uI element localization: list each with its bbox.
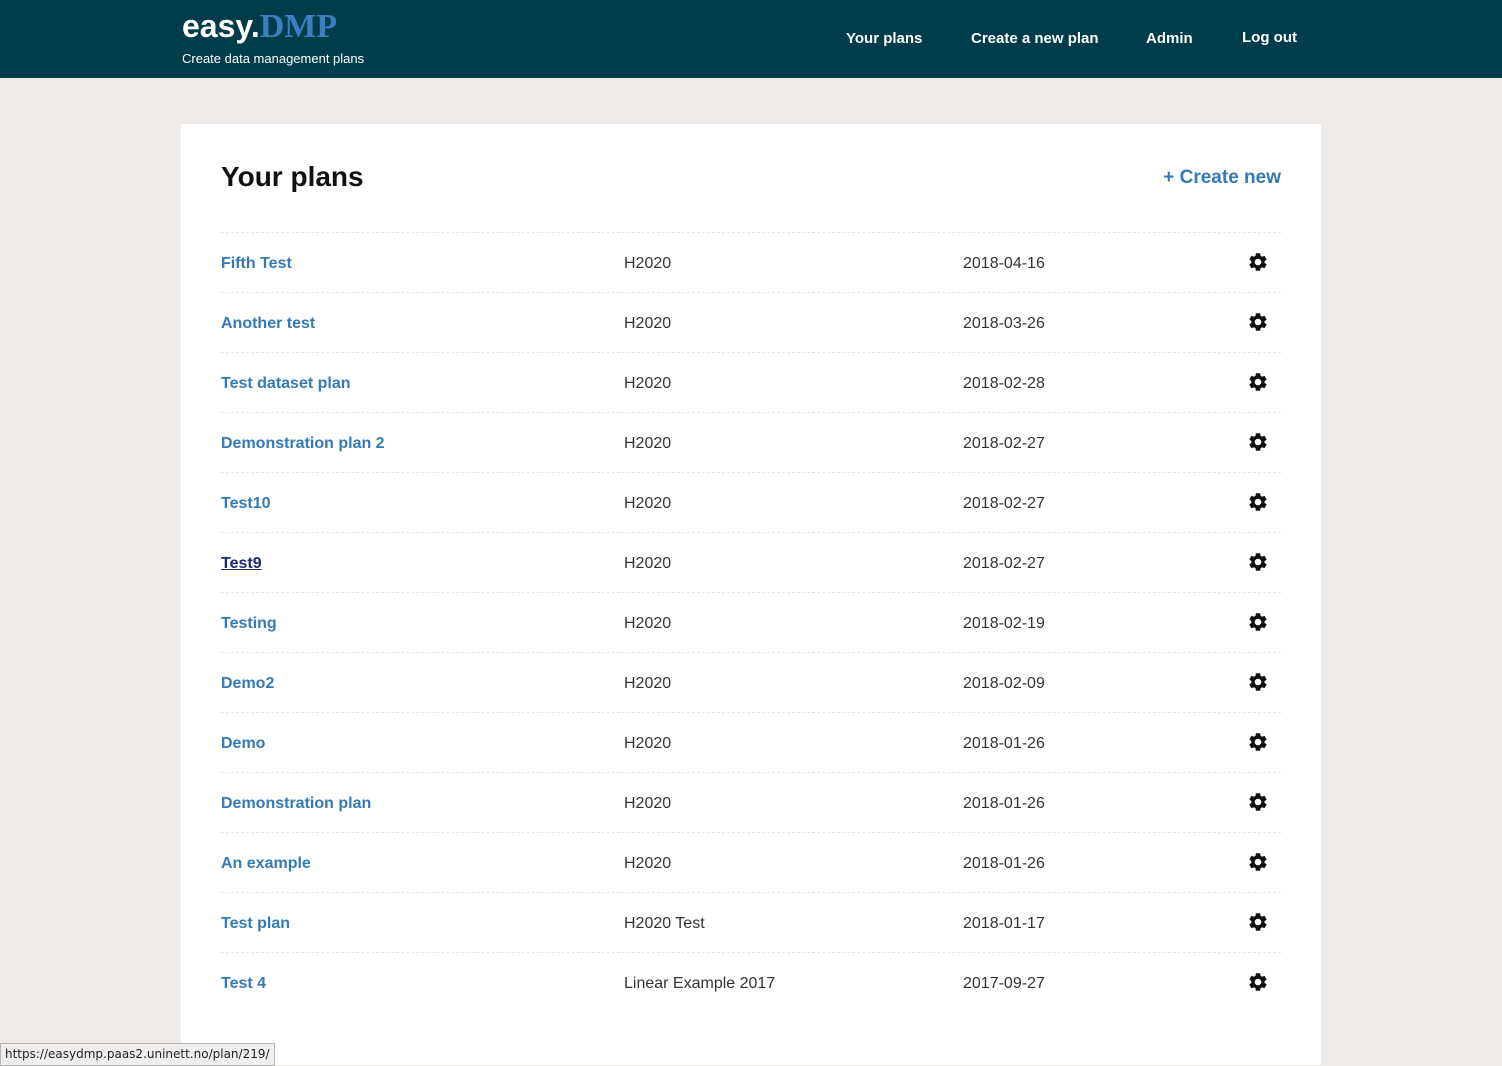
plan-row: Test10 H2020 2018-02-27 <box>221 472 1281 532</box>
plan-date: 2018-02-27 <box>963 495 1045 512</box>
brand-logo[interactable]: easy.DMP <box>182 6 337 47</box>
gear-icon[interactable] <box>1247 671 1269 693</box>
plan-name-link[interactable]: Demo2 <box>221 674 274 694</box>
top-navbar: easy.DMP Create data management plans Yo… <box>0 0 1502 78</box>
plan-template: Linear Example 2017 <box>624 975 776 992</box>
brand-prefix: easy. <box>182 8 260 44</box>
gear-icon[interactable] <box>1247 611 1269 633</box>
plan-name-link[interactable]: Another test <box>221 314 315 334</box>
gear-icon[interactable] <box>1247 851 1269 873</box>
gear-icon[interactable] <box>1247 911 1269 933</box>
plan-name-link[interactable]: Demonstration plan 2 <box>221 434 385 454</box>
plan-date: 2018-01-17 <box>963 915 1045 932</box>
nav-your-plans[interactable]: Your plans <box>846 30 922 47</box>
plan-row: Test dataset plan H2020 2018-02-28 <box>221 352 1281 412</box>
plan-row: Demo2 H2020 2018-02-09 <box>221 652 1281 712</box>
plan-name-link[interactable]: Test plan <box>221 914 290 934</box>
plan-row: Test9 H2020 2018-02-27 <box>221 532 1281 592</box>
gear-icon[interactable] <box>1247 431 1269 453</box>
plan-name-link[interactable]: An example <box>221 854 311 874</box>
plan-template: H2020 <box>624 795 672 812</box>
plan-template: H2020 <box>624 315 672 332</box>
plan-name-link[interactable]: Test 4 <box>221 974 266 994</box>
plan-template: H2020 <box>624 375 672 392</box>
plan-date: 2018-01-26 <box>963 795 1045 812</box>
plan-template: H2020 <box>624 255 672 272</box>
nav-create-new-plan[interactable]: Create a new plan <box>971 30 1099 47</box>
plan-row: An example H2020 2018-01-26 <box>221 832 1281 892</box>
plan-template: H2020 Test <box>624 915 705 932</box>
plan-template: H2020 <box>624 495 672 512</box>
gear-icon[interactable] <box>1247 971 1269 993</box>
plan-template: H2020 <box>624 675 672 692</box>
plan-template: H2020 <box>624 555 672 572</box>
page-title: Your plans <box>221 161 364 192</box>
nav-log-out[interactable]: Log out <box>1242 29 1297 46</box>
brand-tagline: Create data management plans <box>182 51 365 66</box>
plan-template: H2020 <box>624 435 672 452</box>
browser-status-bar: https://easydmp.paas2.uninett.no/plan/21… <box>0 1043 275 1066</box>
plan-date: 2018-02-09 <box>963 675 1045 692</box>
plan-row: Test 4 Linear Example 2017 2017-09-27 <box>221 952 1281 1012</box>
plan-date: 2018-01-26 <box>963 855 1045 872</box>
gear-icon[interactable] <box>1247 551 1269 573</box>
plan-row: Test plan H2020 Test 2018-01-17 <box>221 892 1281 952</box>
gear-icon[interactable] <box>1247 311 1269 333</box>
plan-date: 2017-09-27 <box>963 975 1045 992</box>
plan-date: 2018-03-26 <box>963 315 1045 332</box>
plan-name-link[interactable]: Test dataset plan <box>221 374 351 394</box>
plan-name-link[interactable]: Test10 <box>221 494 271 514</box>
plan-row: Demo H2020 2018-01-26 <box>221 712 1281 772</box>
brand-suffix: DMP <box>259 8 338 45</box>
plan-row: Demonstration plan 2 H2020 2018-02-27 <box>221 412 1281 472</box>
plan-date: 2018-01-26 <box>963 735 1045 752</box>
plan-name-link[interactable]: Demonstration plan <box>221 794 371 814</box>
plan-row: Demonstration plan H2020 2018-01-26 <box>221 772 1281 832</box>
gear-icon[interactable] <box>1247 251 1269 273</box>
plan-template: H2020 <box>624 735 672 752</box>
plan-name-link[interactable]: Fifth Test <box>221 254 292 274</box>
plans-panel: Your plans + Create new Fifth Test H2020… <box>181 124 1321 1065</box>
plan-template: H2020 <box>624 615 672 632</box>
plan-template: H2020 <box>624 855 672 872</box>
plan-row: Testing H2020 2018-02-19 <box>221 592 1281 652</box>
plan-date: 2018-02-28 <box>963 375 1045 392</box>
gear-icon[interactable] <box>1247 791 1269 813</box>
plan-name-link[interactable]: Testing <box>221 614 277 634</box>
plan-date: 2018-02-27 <box>963 435 1045 452</box>
nav-admin[interactable]: Admin <box>1146 30 1193 47</box>
plan-row: Another test H2020 2018-03-26 <box>221 292 1281 352</box>
create-new-link[interactable]: + Create new <box>1163 167 1281 189</box>
gear-icon[interactable] <box>1247 491 1269 513</box>
brand[interactable]: easy.DMP Create data management plans <box>182 6 364 66</box>
gear-icon[interactable] <box>1247 371 1269 393</box>
plans-list: Fifth Test H2020 2018-04-16 Another test… <box>221 232 1281 1012</box>
plan-date: 2018-04-16 <box>963 255 1045 272</box>
plan-date: 2018-02-27 <box>963 555 1045 572</box>
plan-row: Fifth Test H2020 2018-04-16 <box>221 232 1281 292</box>
plan-date: 2018-02-19 <box>963 615 1045 632</box>
plan-name-link[interactable]: Demo <box>221 734 265 754</box>
plan-name-link[interactable]: Test9 <box>221 554 262 574</box>
gear-icon[interactable] <box>1247 731 1269 753</box>
